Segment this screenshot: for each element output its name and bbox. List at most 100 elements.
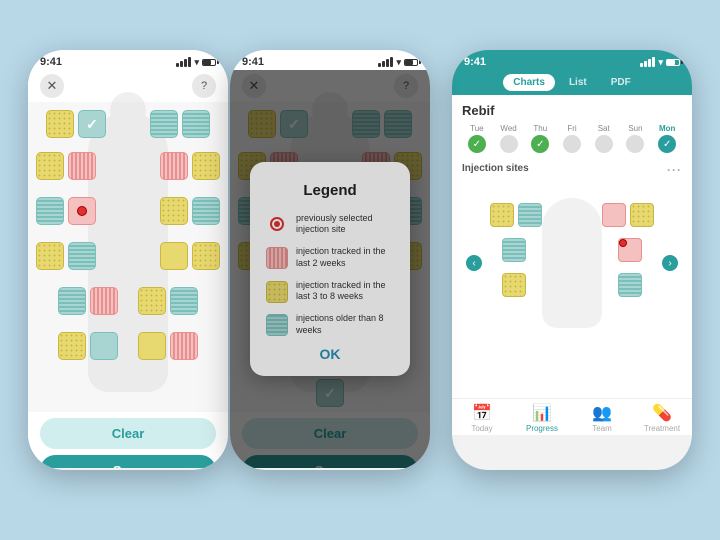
day-sat: Sat xyxy=(589,124,619,153)
day-tue-label: Tue xyxy=(470,124,484,133)
legend-text-4: injections older than 8 weeks xyxy=(296,313,394,336)
treatment-label: Treatment xyxy=(644,424,680,433)
legend-icon-dot xyxy=(266,213,288,235)
site-r1c1[interactable] xyxy=(46,110,74,138)
day-wed-indicator xyxy=(500,135,518,153)
mini-site-3[interactable] xyxy=(602,203,626,227)
nav-today[interactable]: 📅 Today xyxy=(452,403,512,433)
phone-2-screen: ✕ ? ✓ xyxy=(230,70,430,468)
wifi-icon-1: ▾ xyxy=(194,57,199,68)
nav-progress[interactable]: 📊 Progress xyxy=(512,403,572,433)
modal-title: Legend xyxy=(266,182,394,199)
status-icons-2: ▾ xyxy=(378,57,418,68)
days-row: Tue ✓ Wed Thu ✓ Fri Sat xyxy=(462,124,682,153)
site-r4c2[interactable] xyxy=(68,242,96,270)
site-r4c4[interactable] xyxy=(192,242,220,270)
help-button-1[interactable]: ? xyxy=(192,74,216,98)
site-r1c4[interactable] xyxy=(182,110,210,138)
day-tue-indicator: ✓ xyxy=(468,135,486,153)
site-r3c1[interactable] xyxy=(36,197,64,225)
battery-icon-1 xyxy=(202,59,216,66)
site-r5c1[interactable] xyxy=(58,287,86,315)
mini-red-dot xyxy=(619,239,627,247)
legend-teal-icon xyxy=(266,314,288,336)
mini-site-2[interactable] xyxy=(518,203,542,227)
site-r1c3[interactable] xyxy=(150,110,178,138)
prev-arrow[interactable]: ‹ xyxy=(466,255,482,271)
mini-body-area: ‹ › xyxy=(462,183,682,343)
progress-icon: 📊 xyxy=(532,403,552,423)
mini-site-1[interactable] xyxy=(490,203,514,227)
site-r6c4[interactable] xyxy=(170,332,198,360)
clear-button-1[interactable]: Clear xyxy=(40,418,216,449)
phone-1-screen: ✕ ? ✓ xyxy=(28,70,228,468)
wifi-icon-3: ▾ xyxy=(658,57,663,68)
legend-text-2: injection tracked in the last 2 weeks xyxy=(296,246,394,269)
day-mon: Mon ✓ xyxy=(652,124,682,153)
body-area-1: ✓ xyxy=(28,102,228,412)
day-mon-label: Mon xyxy=(659,124,675,133)
day-thu-label: Thu xyxy=(533,124,547,133)
status-time-3: 9:41 xyxy=(464,56,486,68)
site-r5c4[interactable] xyxy=(170,287,198,315)
tab-list[interactable]: List xyxy=(559,74,597,91)
next-arrow[interactable]: › xyxy=(662,255,678,271)
status-time-1: 9:41 xyxy=(40,56,62,68)
legend-item-2: injection tracked in the last 2 weeks xyxy=(266,246,394,269)
mini-site-4[interactable] xyxy=(630,203,654,227)
nav-team[interactable]: 👥 Team xyxy=(572,403,632,433)
day-sat-label: Sat xyxy=(598,124,610,133)
tab-charts[interactable]: Charts xyxy=(503,74,555,91)
legend-item-1: previously selected injection site xyxy=(266,213,394,236)
legend-item-4: injections older than 8 weeks xyxy=(266,313,394,336)
site-r2c4[interactable] xyxy=(192,152,220,180)
today-label: Today xyxy=(471,424,492,433)
site-r2c1[interactable] xyxy=(36,152,64,180)
site-r2c2[interactable] xyxy=(68,152,96,180)
site-r5c3[interactable] xyxy=(138,287,166,315)
legend-selected-icon xyxy=(270,217,284,231)
legend-pink-icon xyxy=(266,247,288,269)
site-r1c2[interactable]: ✓ xyxy=(78,110,106,138)
save-button-1[interactable]: Save xyxy=(40,455,216,468)
mini-site-7[interactable] xyxy=(502,273,526,297)
tab-pdf[interactable]: PDF xyxy=(601,74,641,91)
legend-yellow-icon xyxy=(266,281,288,303)
today-icon: 📅 xyxy=(472,403,492,423)
site-r3c3[interactable] xyxy=(160,197,188,225)
site-r6c3[interactable] xyxy=(138,332,166,360)
day-thu-indicator: ✓ xyxy=(531,135,549,153)
legend-modal: Legend previously selected injection sit… xyxy=(250,162,410,377)
phone-3: 9:41 ▾ Charts List PDF Rebif Tue ✓ xyxy=(452,50,692,470)
status-bar-1: 9:41 ▾ xyxy=(28,50,228,70)
day-mon-indicator: ✓ xyxy=(658,135,676,153)
status-icons-1: ▾ xyxy=(176,57,216,68)
section-title: Injection sites ··· xyxy=(462,163,682,177)
wifi-icon-2: ▾ xyxy=(396,57,401,68)
mini-site-5[interactable] xyxy=(502,238,526,262)
team-label: Team xyxy=(592,424,612,433)
site-r4c3[interactable] xyxy=(160,242,188,270)
site-r5c2[interactable] xyxy=(90,287,118,315)
day-thu: Thu ✓ xyxy=(525,124,555,153)
treatment-icon: 💊 xyxy=(652,403,672,423)
site-r6c2[interactable] xyxy=(90,332,118,360)
battery-icon-3 xyxy=(666,59,680,66)
dots-menu[interactable]: ··· xyxy=(667,163,682,177)
site-r3c4[interactable] xyxy=(192,197,220,225)
close-button-1[interactable]: ✕ xyxy=(40,74,64,98)
site-r4c1[interactable] xyxy=(36,242,64,270)
team-icon: 👥 xyxy=(592,403,612,423)
site-r2c3[interactable] xyxy=(160,152,188,180)
site-r6c1[interactable] xyxy=(58,332,86,360)
injection-grid-1[interactable]: ✓ xyxy=(28,102,228,412)
site-r3c2[interactable] xyxy=(68,197,96,225)
ok-button[interactable]: OK xyxy=(266,346,394,362)
phone-1: 9:41 ▾ ✕ ? ✓ xyxy=(28,50,228,470)
day-wed-label: Wed xyxy=(500,124,516,133)
checkmark-1: ✓ xyxy=(86,116,98,133)
mini-site-6[interactable] xyxy=(618,238,642,262)
day-fri-label: Fri xyxy=(567,124,576,133)
mini-site-8[interactable] xyxy=(618,273,642,297)
nav-treatment[interactable]: 💊 Treatment xyxy=(632,403,692,433)
